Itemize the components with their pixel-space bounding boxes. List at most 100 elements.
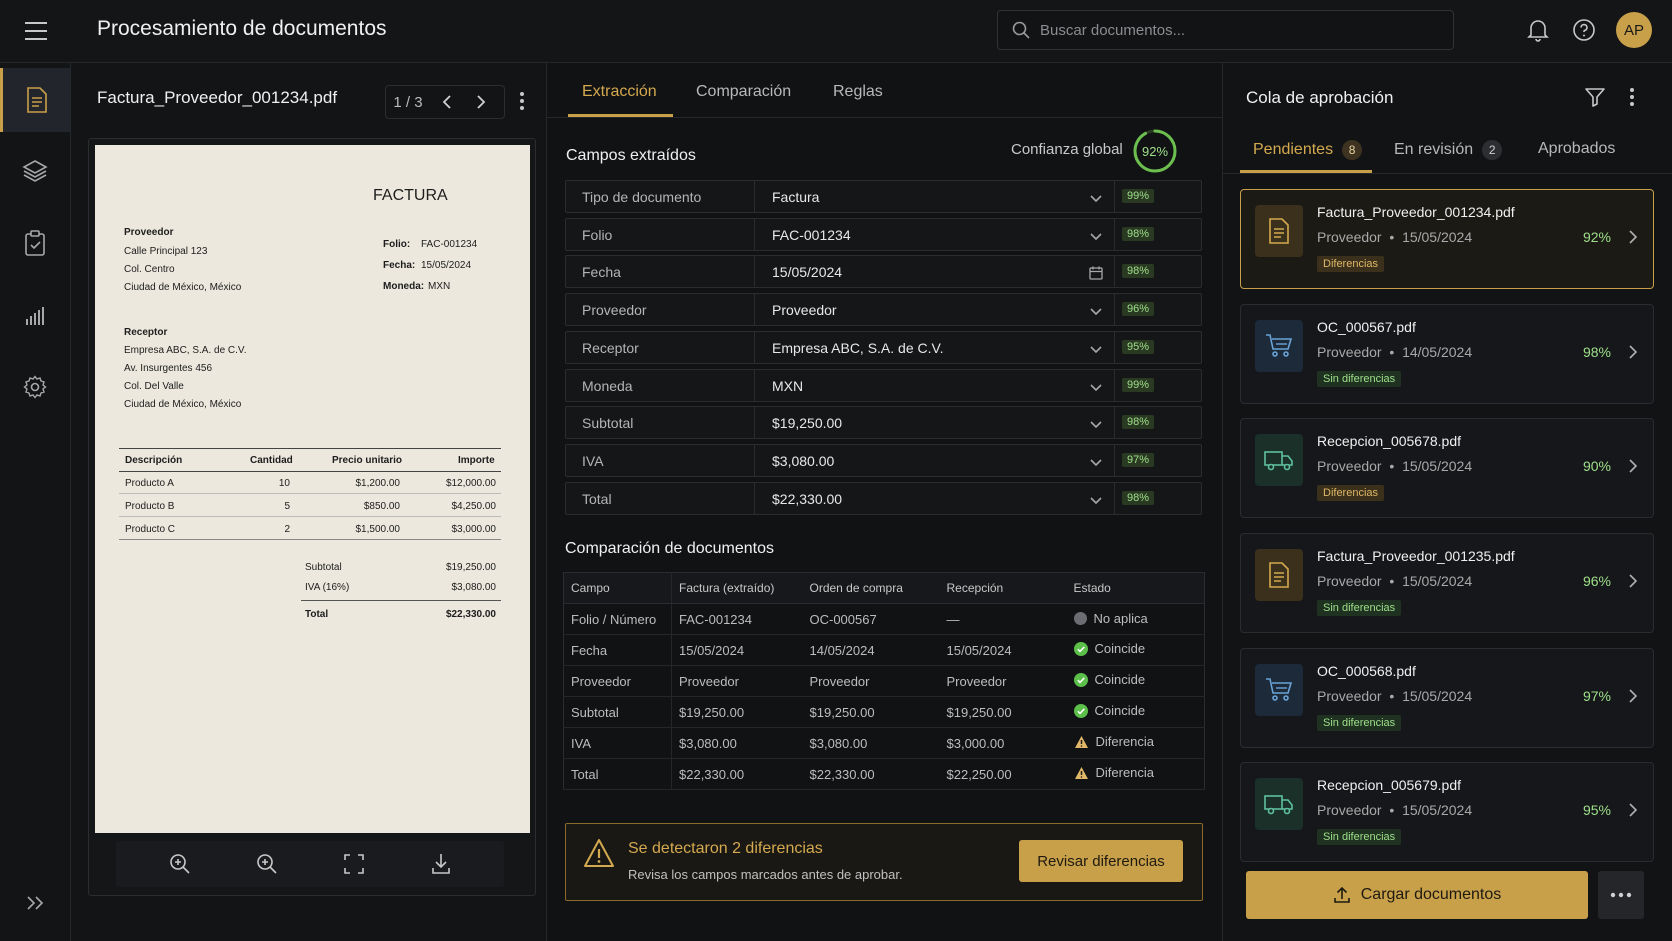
invoice-receiver-line: Ciudad de México, México: [124, 399, 242, 410]
field-value-input[interactable]: Proveedor: [772, 302, 837, 318]
field-separator: [1114, 181, 1115, 212]
chevron-down-icon[interactable]: [1088, 190, 1104, 206]
avatar[interactable]: AP: [1616, 12, 1652, 48]
field-separator: [1114, 482, 1115, 514]
comparison-cell: $19,250.00: [802, 696, 940, 728]
tab-reglas[interactable]: Reglas: [833, 83, 883, 101]
invoice-supplier-line: Ciudad de México, México: [124, 282, 242, 293]
more-options-button[interactable]: [1598, 871, 1644, 919]
invoice-table-rule: [119, 516, 501, 517]
queue-item[interactable]: OC_000567.pdf Proveedor • 14/05/2024 Sin d…: [1240, 304, 1654, 404]
filter-icon[interactable]: [1584, 86, 1606, 108]
nav-settings[interactable]: [0, 355, 70, 419]
nav-layers[interactable]: [0, 139, 70, 203]
upload-documents-button[interactable]: Cargar documentos: [1246, 871, 1588, 919]
field-value-input[interactable]: $3,080.00: [772, 453, 834, 469]
calendar-icon[interactable]: [1088, 265, 1104, 281]
invoice-col-header: Precio unitario: [332, 455, 403, 466]
tab-comparacion[interactable]: Comparación: [696, 83, 791, 101]
hamburger-menu-icon[interactable]: [20, 16, 52, 46]
status-label: No aplica: [1093, 610, 1148, 626]
nav-approvals[interactable]: [0, 211, 70, 275]
queue-tab-label: En revisión: [1394, 141, 1474, 158]
prev-page-button[interactable]: [430, 86, 464, 118]
clipboard-check-icon: [24, 230, 46, 256]
help-icon[interactable]: [1571, 17, 1597, 43]
document-page[interactable]: FACTURA Proveedor Calle Principal 123 Co…: [95, 145, 530, 833]
comparison-cell: IVA: [563, 727, 672, 759]
queue-more-icon[interactable]: [1622, 84, 1642, 110]
comparison-row: Subtotal $19,250.00 $19,250.00 $19,250.00 Co…: [563, 696, 1205, 728]
comparison-status-cell: Diferencia: [1066, 758, 1205, 790]
comparison-cell: $3,000.00: [939, 727, 1067, 759]
status-label: Diferencia: [1095, 734, 1155, 750]
queue-item-meta: Proveedor • 15/05/2024: [1317, 802, 1472, 818]
status-label: Coincide: [1094, 703, 1146, 719]
field-separator: [754, 294, 755, 326]
field-value-input[interactable]: 15/05/2024: [772, 264, 842, 280]
queue-item[interactable]: OC_000568.pdf Proveedor • 15/05/2024 Sin d…: [1240, 648, 1654, 748]
comparison-cell: $22,330.00: [802, 758, 940, 790]
field-row: Proveedor Proveedor 96%: [565, 293, 1202, 327]
field-value-input[interactable]: $19,250.00: [772, 415, 842, 431]
search-box[interactable]: [997, 10, 1454, 50]
chevron-down-icon[interactable]: [1088, 379, 1104, 395]
queue-item-tag: Sin diferencias: [1317, 600, 1402, 616]
bar-chart-icon: [24, 304, 46, 326]
queue-item[interactable]: Factura_Proveedor_001235.pdf Proveedor • …: [1240, 533, 1654, 633]
tabs-divider: [547, 117, 1223, 118]
field-value-input[interactable]: $22,330.00: [772, 491, 842, 507]
queue-tab-in-review[interactable]: En revisión 2: [1394, 140, 1503, 160]
field-value-input[interactable]: MXN: [772, 378, 803, 394]
chevron-right-icon: [1625, 344, 1641, 360]
chevron-down-icon[interactable]: [1088, 228, 1104, 244]
queue-tab-approved[interactable]: Aprobados: [1538, 140, 1615, 158]
invoice-icon: [1255, 205, 1303, 257]
field-value-input[interactable]: FAC-001234: [772, 227, 851, 243]
tab-extraccion[interactable]: Extracción: [582, 83, 657, 101]
download-button[interactable]: [423, 846, 459, 882]
queue-item-name: Recepcion_005678.pdf: [1317, 433, 1462, 449]
queue-item[interactable]: Recepcion_005678.pdf Proveedor • 15/05/20…: [1240, 418, 1654, 518]
queue-item-meta: Proveedor • 15/05/2024: [1317, 229, 1472, 245]
chevron-down-icon[interactable]: [1088, 454, 1104, 470]
comparison-cell: FAC-001234: [671, 603, 803, 635]
zoom-in-button[interactable]: [249, 846, 285, 882]
field-value-input[interactable]: Factura: [772, 189, 819, 205]
chevron-right-icon: [1625, 458, 1641, 474]
comparison-status-cell: Coincide: [1066, 665, 1205, 697]
queue-item[interactable]: Factura_Proveedor_001234.pdf Proveedor • …: [1240, 189, 1654, 289]
invoice-col-header: Descripción: [125, 455, 183, 466]
chevron-down-icon[interactable]: [1088, 303, 1104, 319]
zoom-out-button[interactable]: [162, 846, 198, 882]
next-page-button[interactable]: [464, 86, 498, 118]
field-value-input[interactable]: Empresa ABC, S.A. de C.V.: [772, 340, 943, 356]
bell-icon[interactable]: [1525, 17, 1551, 43]
preview-more-icon[interactable]: [512, 87, 532, 115]
chevron-down-icon[interactable]: [1088, 416, 1104, 432]
field-label: Total: [582, 490, 612, 507]
nav-reports[interactable]: [0, 283, 70, 347]
queue-item-name: OC_000567.pdf: [1317, 319, 1416, 335]
field-separator: [754, 444, 755, 476]
invoice-item-amount: $3,000.00: [451, 524, 497, 535]
field-separator: [754, 218, 755, 250]
expand-nav-button[interactable]: [0, 871, 70, 935]
search-input[interactable]: [1040, 21, 1440, 39]
chevron-down-icon[interactable]: [1088, 341, 1104, 357]
field-row: Total $22,330.00 98%: [565, 481, 1202, 515]
comparison-cell: $19,250.00: [939, 696, 1067, 728]
queue-item-name: Recepcion_005679.pdf: [1317, 777, 1462, 793]
queue-tab-pending[interactable]: Pendientes 8: [1253, 140, 1363, 160]
meta-separator: •: [1381, 688, 1403, 704]
queue-item-date: 15/05/2024: [1402, 573, 1473, 589]
review-differences-button[interactable]: Revisar diferencias: [1019, 840, 1183, 882]
invoice-item-desc: Producto A: [125, 478, 174, 489]
nav-documents[interactable]: [0, 68, 70, 132]
neutral-dot-icon: [1073, 611, 1087, 625]
queue-item-vendor: Proveedor: [1317, 688, 1382, 704]
chevron-down-icon[interactable]: [1088, 492, 1104, 508]
invoice-item-amount: $4,250.00: [451, 501, 497, 512]
fullscreen-button[interactable]: [336, 846, 372, 882]
queue-item[interactable]: Recepcion_005679.pdf Proveedor • 15/05/20…: [1240, 762, 1654, 862]
